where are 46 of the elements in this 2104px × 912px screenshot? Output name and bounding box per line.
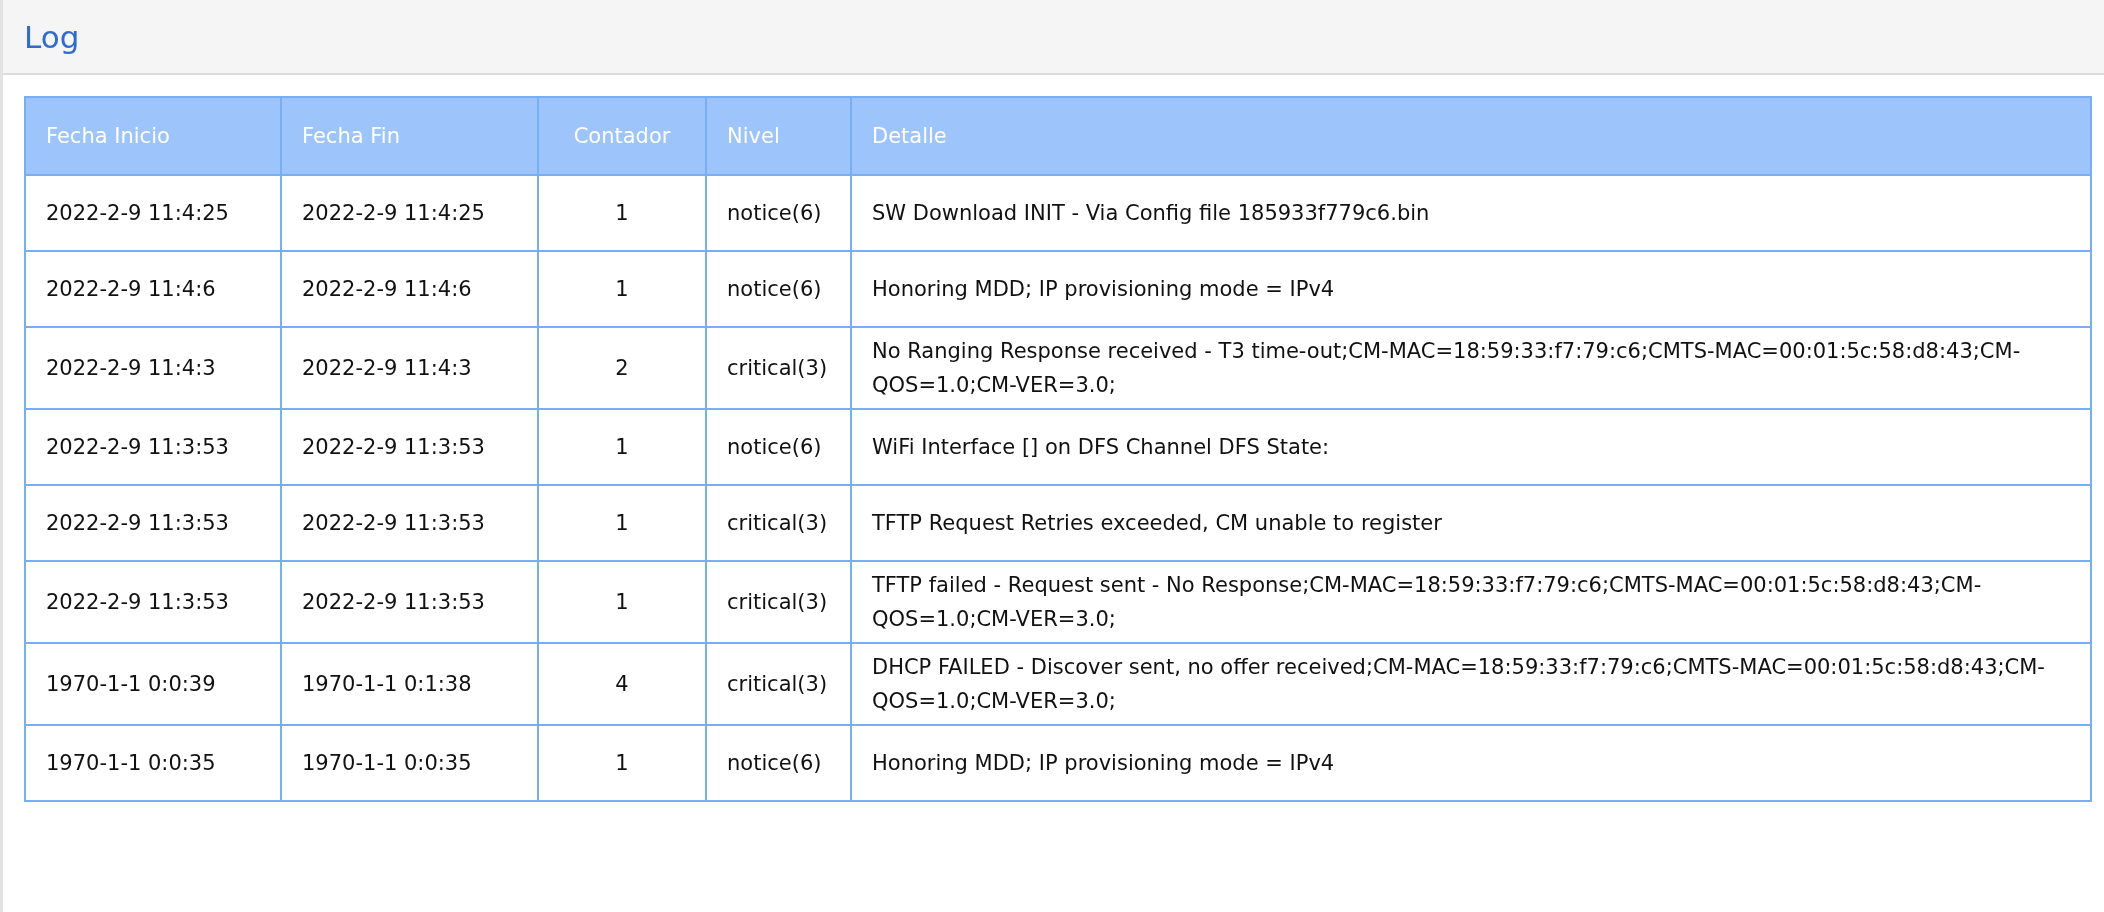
detail-cell: WiFi Interface [] on DFS Channel DFS State: <box>872 435 1330 459</box>
count-cell: 4 <box>615 672 629 696</box>
count-cell: 1 <box>615 511 629 535</box>
detail-cell: No Ranging Response received - T3 time-out;CM-MAC=18:59:33:f7:79:c6;CMTS-MAC=00:01:5c:58:d8:43;CM-QOS=1.0;CM-VER=3.0; <box>872 339 2021 397</box>
panel-title: Log <box>24 18 80 55</box>
start-date-cell: 2022-2-9 11:3:53 <box>46 590 229 614</box>
start-date-cell: 1970-1-1 0:0:35 <box>46 751 216 775</box>
end-date-cell: 2022-2-9 11:4:6 <box>302 277 472 301</box>
count-cell: 2 <box>615 356 629 380</box>
end-date-cell: 2022-2-9 11:3:53 <box>302 511 485 535</box>
level-cell: critical(3) <box>727 672 828 696</box>
detail-cell: TFTP failed - Request sent - No Response;CM-MAC=18:59:33:f7:79:c6;CMTS-MAC=00:01:5c:58:d8:43;CM-QOS=1.0;CM-VER=3.0; <box>872 573 1982 631</box>
level-cell: notice(6) <box>727 435 822 459</box>
start-date-cell: 2022-2-9 11:3:53 <box>46 511 229 535</box>
count-cell: 1 <box>615 435 629 459</box>
column-header: Contador <box>573 124 671 148</box>
end-date-cell: 2022-2-9 11:4:25 <box>302 201 485 225</box>
start-date-cell: 2022-2-9 11:4:3 <box>46 356 216 380</box>
column-header: Nivel <box>727 124 780 148</box>
detail-cell: Honoring MDD; IP provisioning mode = IPv4 <box>872 751 1335 775</box>
detail-cell: Honoring MDD; IP provisioning mode = IPv4 <box>872 277 1335 301</box>
start-date-cell: 2022-2-9 11:3:53 <box>46 435 229 459</box>
detail-cell: DHCP FAILED - Discover sent, no offer received;CM-MAC=18:59:33:f7:79:c6;CMTS-MAC=00:01:5c:58:d8:43;CM-QOS=1.0;CM-VER=3.0; <box>872 655 2045 713</box>
column-header: Fecha Inicio <box>46 124 170 148</box>
level-cell: notice(6) <box>727 201 822 225</box>
detail-cell: SW Download INIT - Via Config file 185933f779c6.bin <box>872 201 1430 225</box>
end-date-cell: 1970-1-1 0:0:35 <box>302 751 472 775</box>
count-cell: 1 <box>615 277 629 301</box>
column-header: Detalle <box>872 124 947 148</box>
end-date-cell: 2022-2-9 11:3:53 <box>302 435 485 459</box>
count-cell: 1 <box>615 201 629 225</box>
end-date-cell: 2022-2-9 11:4:3 <box>302 356 472 380</box>
column-header: Fecha Fin <box>302 124 400 148</box>
count-cell: 1 <box>615 751 629 775</box>
start-date-cell: 1970-1-1 0:0:39 <box>46 672 216 696</box>
level-cell: critical(3) <box>727 356 828 380</box>
level-cell: notice(6) <box>727 277 822 301</box>
start-date-cell: 2022-2-9 11:4:25 <box>46 201 229 225</box>
end-date-cell: 2022-2-9 11:3:53 <box>302 590 485 614</box>
start-date-cell: 2022-2-9 11:4:6 <box>46 277 216 301</box>
level-cell: notice(6) <box>727 751 822 775</box>
count-cell: 1 <box>615 590 629 614</box>
level-cell: critical(3) <box>727 590 828 614</box>
end-date-cell: 1970-1-1 0:1:38 <box>302 672 472 696</box>
detail-cell: TFTP Request Retries exceeded, CM unable to register <box>872 511 1442 535</box>
level-cell: critical(3) <box>727 511 828 535</box>
